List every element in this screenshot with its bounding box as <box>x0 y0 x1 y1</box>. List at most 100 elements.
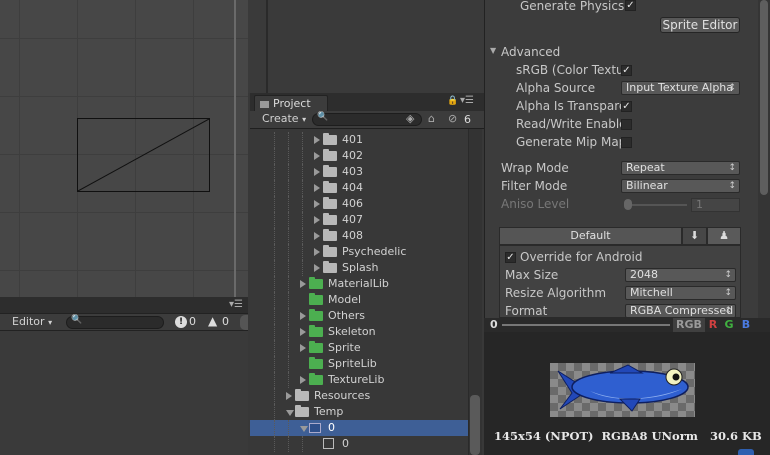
warning-icon[interactable]: ▲ <box>208 314 217 328</box>
expand-arrow-icon[interactable] <box>300 312 306 320</box>
filter-mode-dropdown[interactable]: Bilinear <box>621 179 740 193</box>
tree-row[interactable]: 403 <box>250 164 468 180</box>
filter-by-type-icon[interactable]: ◈ <box>406 112 414 125</box>
tree-row-label: Skeleton <box>328 325 376 338</box>
inspector-scrollbar-thumb[interactable] <box>760 0 768 195</box>
green-folder-icon <box>309 309 323 321</box>
format-dropdown[interactable]: RGBA Compressed <box>625 304 736 318</box>
tree-row[interactable]: 0 <box>250 436 468 452</box>
tree-row-label: Resources <box>314 389 371 402</box>
tree-row[interactable]: 408 <box>250 228 468 244</box>
expand-arrow-icon[interactable] <box>314 264 320 272</box>
tree-guide-line <box>288 228 289 244</box>
hidden-packages-icon[interactable]: ⊘ <box>448 112 457 125</box>
expand-arrow-icon[interactable] <box>314 184 320 192</box>
tree-row[interactable]: TextureLib <box>250 372 468 388</box>
platform-tab-standalone[interactable]: ⬇ <box>682 227 707 245</box>
expand-arrow-icon[interactable] <box>300 280 306 288</box>
aniso-level-field[interactable]: 1 <box>691 198 740 212</box>
tree-row[interactable]: Splash <box>250 260 468 276</box>
console-search-input[interactable]: 🔍 <box>66 315 164 329</box>
console-log-area[interactable] <box>0 331 248 455</box>
mip-level-slider[interactable] <box>502 324 670 326</box>
expand-arrow-icon[interactable] <box>314 232 320 240</box>
tree-row[interactable]: 402 <box>250 148 468 164</box>
expand-arrow-icon[interactable] <box>300 344 306 352</box>
tree-row[interactable]: Model <box>250 292 468 308</box>
expand-arrow-icon[interactable] <box>314 152 320 160</box>
tree-row[interactable]: 0 <box>250 420 468 436</box>
tree-row[interactable]: Others <box>250 308 468 324</box>
project-tree[interactable]: 401 402 403 404 406 407 408 Psychedelic Splash Ma… <box>250 129 468 455</box>
tree-row[interactable]: Temp <box>250 404 468 420</box>
tree-row[interactable]: 404 <box>250 180 468 196</box>
collapse-arrow-icon[interactable] <box>286 410 294 416</box>
tree-guide-line <box>274 308 275 324</box>
panel-divider[interactable] <box>266 0 268 93</box>
folder-icon <box>323 181 337 193</box>
tree-row[interactable]: Sprite <box>250 340 468 356</box>
tree-row[interactable]: Resources <box>250 388 468 404</box>
tree-row[interactable]: MaterialLib <box>250 276 468 292</box>
resize-algorithm-dropdown[interactable]: Mitchell <box>625 286 736 300</box>
filter-by-label-icon[interactable]: ⌂ <box>428 112 435 125</box>
tree-guide-line <box>288 260 289 276</box>
tree-row-label: 408 <box>342 229 363 242</box>
folder-icon <box>323 165 337 177</box>
channel-rgb-toggle[interactable]: RGB <box>673 318 705 332</box>
panel-menu-icon[interactable]: ▾☰ <box>229 299 243 310</box>
create-dropdown[interactable]: Create ▾ <box>256 111 312 128</box>
channel-r-toggle[interactable]: R <box>706 318 720 332</box>
advanced-foldout-icon[interactable]: ▼ <box>490 46 496 55</box>
sprite-frame-icon <box>323 438 334 449</box>
expand-arrow-icon[interactable] <box>314 248 320 256</box>
channel-g-toggle[interactable]: G <box>722 318 736 332</box>
project-scrollbar-thumb[interactable] <box>470 395 480 455</box>
editor-dropdown[interactable]: Editor ▾ <box>6 314 58 331</box>
android-icon: ♟ <box>719 229 729 242</box>
tree-row[interactable]: 401 <box>250 132 468 148</box>
wrap-mode-dropdown[interactable]: Repeat <box>621 161 740 175</box>
expand-arrow-icon[interactable] <box>314 168 320 176</box>
channel-b-toggle[interactable]: B <box>738 318 754 332</box>
green-folder-icon <box>309 341 323 353</box>
tree-row[interactable]: Psychedelic <box>250 244 468 260</box>
error-icon[interactable]: ! <box>175 316 187 328</box>
expand-arrow-icon[interactable] <box>314 136 320 144</box>
tree-row-label: 0 <box>328 421 335 434</box>
aniso-level-slider[interactable] <box>625 204 687 206</box>
expand-arrow-icon[interactable] <box>300 376 306 384</box>
aniso-level-slider-handle[interactable] <box>624 199 632 210</box>
expand-arrow-icon[interactable] <box>300 328 306 336</box>
inspector-panel: Generate Physics S ✓ Sprite Editor ▼ Adv… <box>484 0 770 318</box>
max-size-dropdown[interactable]: 2048 <box>625 268 736 282</box>
advanced-label[interactable]: Advanced <box>501 45 560 59</box>
collapse-arrow-icon[interactable] <box>300 426 308 432</box>
tree-guide-line <box>288 340 289 356</box>
create-dropdown-label: Create <box>262 112 299 125</box>
tree-row-label: Sprite <box>328 341 361 354</box>
override-android-checkbox[interactable]: ✓ <box>505 252 516 263</box>
srgb-checkbox[interactable]: ✓ <box>621 65 632 76</box>
read-write-checkbox[interactable] <box>621 119 632 130</box>
tab-project[interactable]: Project <box>254 95 328 111</box>
sprite-editor-button[interactable]: Sprite Editor <box>660 17 740 33</box>
panel-menu-icon[interactable]: ▾☰ <box>460 95 474 106</box>
tree-row[interactable]: Skeleton <box>250 324 468 340</box>
platform-tab-default[interactable]: Default <box>499 227 682 245</box>
generate-physics-checkbox[interactable]: ✓ <box>625 0 636 11</box>
tree-row[interactable]: 406 <box>250 196 468 212</box>
tree-row[interactable]: 407 <box>250 212 468 228</box>
message-filter-toggle[interactable] <box>240 315 248 330</box>
expand-arrow-icon[interactable] <box>314 216 320 224</box>
mip-maps-checkbox[interactable] <box>621 137 632 148</box>
expand-arrow-icon[interactable] <box>314 200 320 208</box>
sprite-bounds-rect[interactable] <box>77 118 210 192</box>
expand-arrow-icon[interactable] <box>286 392 292 400</box>
alpha-transparency-checkbox[interactable]: ✓ <box>621 101 632 112</box>
tree-row[interactable]: SpriteLib <box>250 356 468 372</box>
alpha-source-dropdown[interactable]: Input Texture Alpha <box>621 81 740 95</box>
lock-icon[interactable]: 🔒 <box>447 96 458 106</box>
scene-view[interactable] <box>0 0 248 297</box>
platform-tab-android[interactable]: ♟ <box>707 227 741 245</box>
